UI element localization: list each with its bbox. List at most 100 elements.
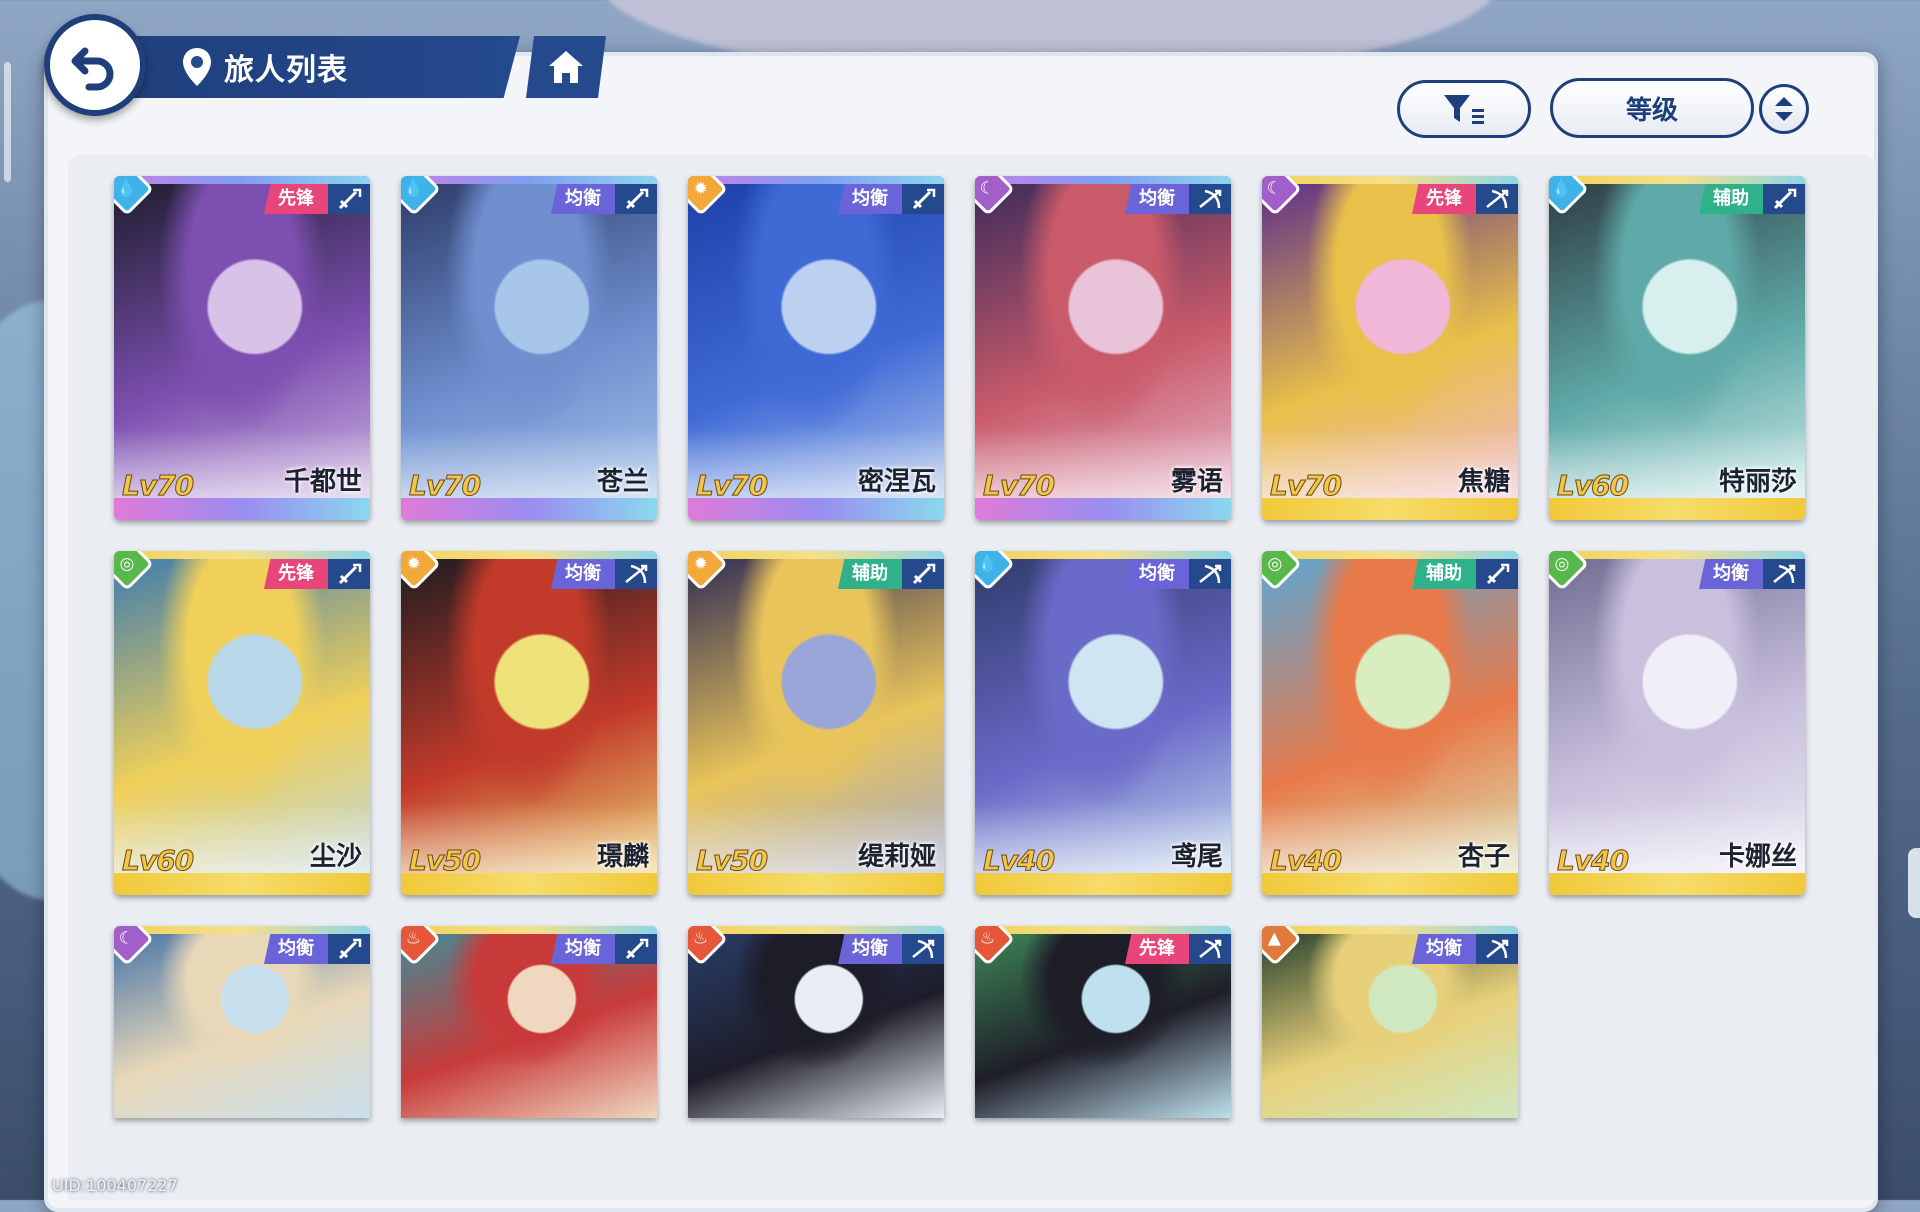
rarity-strip	[688, 551, 944, 559]
left-edge-indicator	[4, 62, 11, 182]
character-name: 尘沙	[309, 842, 362, 872]
traveler-card[interactable]: 💧 均衡 Lv40 鸢尾	[975, 551, 1231, 895]
traveler-card[interactable]: 💧 辅助 Lv60 特丽莎	[1549, 176, 1805, 520]
role-badge: 均衡	[264, 934, 328, 964]
rarity-strip	[1549, 551, 1805, 559]
character-name: 杏子	[1457, 842, 1510, 872]
role-badge: 均衡	[551, 934, 615, 964]
level-label: Lv70	[982, 469, 1055, 503]
role-badge: 辅助	[1699, 184, 1763, 214]
filter-icon	[1444, 95, 1484, 124]
bow-weapon-icon	[615, 559, 657, 589]
role-badge: 辅助	[1412, 559, 1476, 589]
traveler-card[interactable]: ♨ 先锋	[975, 926, 1231, 1118]
level-label: Lv70	[695, 469, 768, 503]
sword-weapon-icon	[1763, 184, 1805, 214]
traveler-card[interactable]: ☾ 均衡	[114, 926, 370, 1118]
role-badge: 均衡	[551, 559, 615, 589]
level-label: Lv50	[695, 844, 768, 878]
rarity-strip	[401, 926, 657, 934]
role-badge: 均衡	[1125, 559, 1189, 589]
rarity-strip	[1549, 176, 1805, 184]
rarity-strip	[401, 551, 657, 559]
role-badge: 先锋	[264, 559, 328, 589]
role-badge: 均衡	[1699, 559, 1763, 589]
role-badge: 均衡	[1125, 184, 1189, 214]
character-name: 特丽莎	[1718, 467, 1797, 497]
rarity-strip	[401, 176, 657, 184]
rarity-strip	[975, 926, 1231, 934]
traveler-card[interactable]: 💧 先锋 Lv70 千都世	[114, 176, 370, 520]
rarity-strip	[114, 176, 370, 184]
traveler-card[interactable]: ✹ 均衡 Lv50 璟麟	[401, 551, 657, 895]
back-button[interactable]	[44, 14, 146, 116]
page-title: 旅人列表	[224, 53, 348, 88]
sword-weapon-icon	[615, 184, 657, 214]
role-badge: 先锋	[1412, 184, 1476, 214]
traveler-card[interactable]: 💧 均衡 Lv70 苍兰	[401, 176, 657, 520]
level-label: Lv50	[408, 844, 481, 878]
rarity-strip	[688, 926, 944, 934]
sort-by-level-button[interactable]: 等级	[1550, 78, 1754, 138]
character-name: 苍兰	[596, 467, 649, 497]
sort-label: 等级	[1625, 95, 1678, 126]
traveler-card[interactable]: ◎ 先锋 Lv60 尘沙	[114, 551, 370, 895]
level-label: Lv60	[1556, 469, 1629, 503]
rarity-strip	[1262, 926, 1518, 934]
character-name: 鸢尾	[1170, 842, 1223, 872]
bow-weapon-icon	[1763, 559, 1805, 589]
level-label: Lv70	[1269, 469, 1342, 503]
uid-label: UID:100407227	[52, 1176, 178, 1195]
sort-order-icon	[1775, 97, 1793, 121]
rarity-strip	[975, 551, 1231, 559]
sword-weapon-icon	[902, 559, 944, 589]
character-name: 密涅瓦	[857, 467, 936, 497]
role-badge: 均衡	[1412, 934, 1476, 964]
rarity-strip	[1262, 551, 1518, 559]
rarity-strip	[114, 926, 370, 934]
character-name: 卡娜丝	[1718, 842, 1797, 872]
bow-weapon-icon	[1476, 934, 1518, 964]
bow-weapon-icon	[1189, 184, 1231, 214]
rarity-strip	[688, 176, 944, 184]
sword-weapon-icon	[902, 184, 944, 214]
role-badge: 均衡	[838, 184, 902, 214]
traveler-card[interactable]: ☾ 先锋 Lv70 焦糖	[1262, 176, 1518, 520]
bow-weapon-icon	[1476, 184, 1518, 214]
character-name: 雾语	[1170, 467, 1223, 497]
traveler-card[interactable]: ☾ 均衡 Lv70 雾语	[975, 176, 1231, 520]
role-badge: 先锋	[1125, 934, 1189, 964]
traveler-card[interactable]: ♨ 均衡	[688, 926, 944, 1118]
traveler-card[interactable]: ▲ 均衡	[1262, 926, 1518, 1118]
side-drawer-handle[interactable]	[1908, 848, 1920, 918]
role-badge: 均衡	[551, 184, 615, 214]
title-bar: 旅人列表	[110, 36, 520, 98]
traveler-card[interactable]: ◎ 均衡 Lv40 卡娜丝	[1549, 551, 1805, 895]
level-label: Lv60	[121, 844, 194, 878]
role-badge: 先锋	[264, 184, 328, 214]
level-label: Lv70	[121, 469, 194, 503]
sword-weapon-icon	[328, 934, 370, 964]
bow-weapon-icon	[1189, 934, 1231, 964]
home-button[interactable]	[526, 36, 606, 98]
bow-weapon-icon	[1189, 559, 1231, 589]
character-name: 璟麟	[596, 842, 649, 872]
filter-button[interactable]	[1397, 80, 1531, 138]
sort-order-toggle[interactable]	[1759, 84, 1809, 134]
location-pin-icon	[183, 48, 211, 86]
level-label: Lv40	[1269, 844, 1342, 878]
traveler-card[interactable]: ✹ 均衡 Lv70 密涅瓦	[688, 176, 944, 520]
role-badge: 均衡	[838, 934, 902, 964]
sword-weapon-icon	[328, 559, 370, 589]
rarity-strip	[114, 551, 370, 559]
rarity-strip	[1262, 176, 1518, 184]
sword-weapon-icon	[1476, 559, 1518, 589]
level-label: Lv40	[1556, 844, 1629, 878]
traveler-card[interactable]: ♨ 均衡	[401, 926, 657, 1118]
bow-weapon-icon	[902, 934, 944, 964]
role-badge: 辅助	[838, 559, 902, 589]
traveler-card[interactable]: ✹ 辅助 Lv50 缇莉娅	[688, 551, 944, 895]
home-icon	[549, 51, 583, 83]
character-name: 焦糖	[1457, 467, 1510, 497]
traveler-card[interactable]: ◎ 辅助 Lv40 杏子	[1262, 551, 1518, 895]
